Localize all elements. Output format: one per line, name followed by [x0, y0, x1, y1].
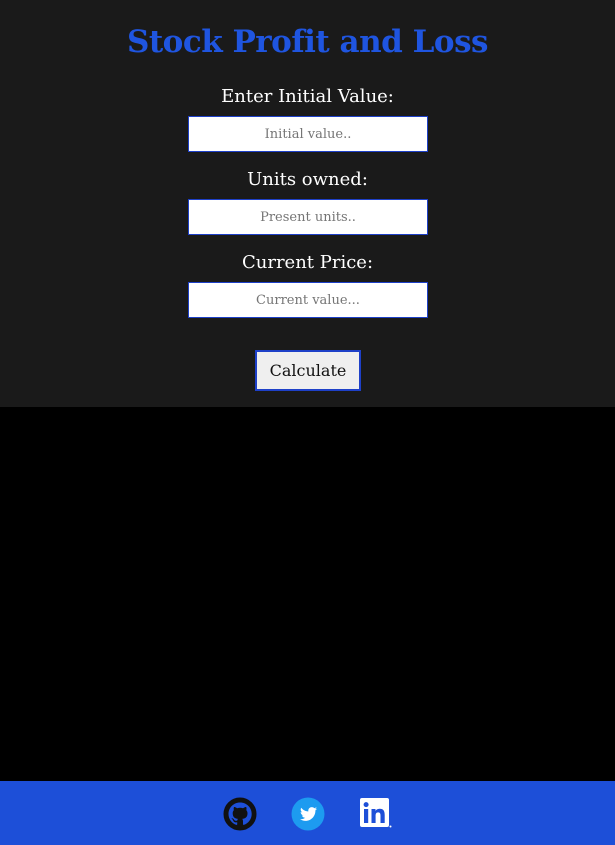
- twitter-link[interactable]: [291, 797, 325, 831]
- linkedin-link[interactable]: [359, 797, 393, 831]
- current-price-label: Current Price:: [241, 252, 374, 273]
- current-price-input[interactable]: [188, 282, 428, 318]
- github-icon: [223, 797, 257, 831]
- units-owned-input[interactable]: [188, 199, 428, 235]
- initial-value-input[interactable]: [188, 116, 428, 152]
- page-title: Stock Profit and Loss: [126, 24, 489, 60]
- units-owned-label: Units owned:: [247, 169, 368, 190]
- result-output-area: [0, 407, 615, 781]
- app-root: Stock Profit and Loss Enter Initial Valu…: [0, 0, 615, 845]
- linkedin-icon: [360, 798, 392, 828]
- twitter-icon: [291, 797, 325, 831]
- calculator-card: Stock Profit and Loss Enter Initial Valu…: [0, 0, 615, 407]
- calculate-button[interactable]: Calculate: [255, 350, 361, 391]
- initial-value-label: Enter Initial Value:: [221, 86, 394, 107]
- github-link[interactable]: [223, 797, 257, 831]
